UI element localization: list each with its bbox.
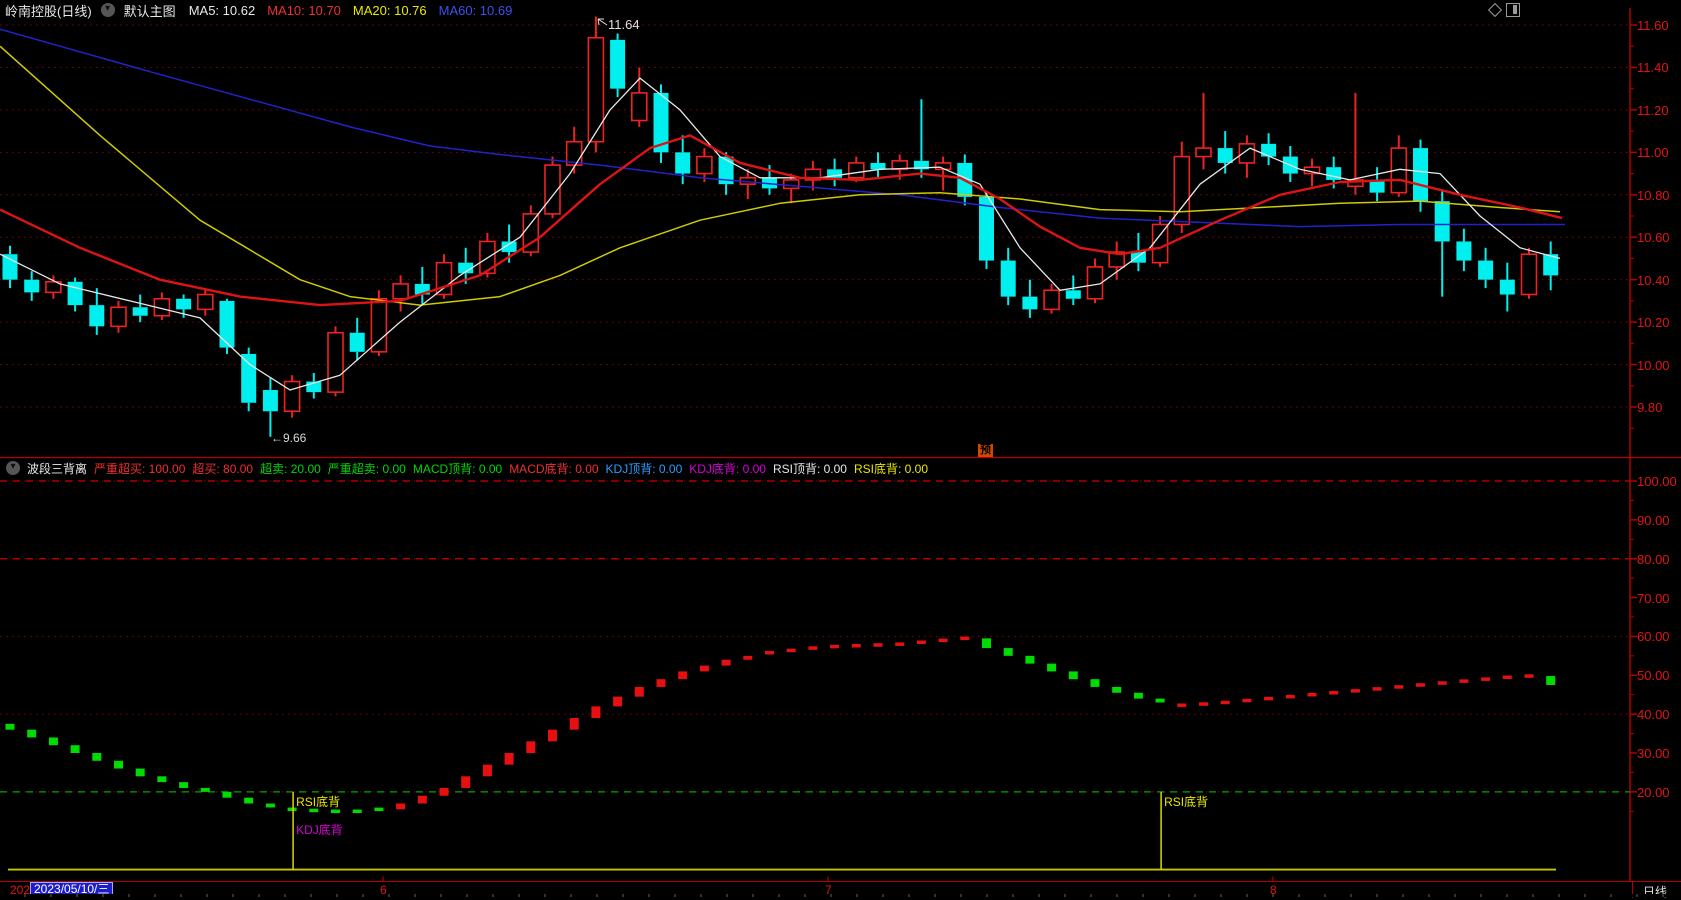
price-tick-label: 9.80 xyxy=(1637,399,1663,415)
split-view-icon[interactable] xyxy=(1506,3,1520,17)
price-tick-label: 11.00 xyxy=(1637,145,1669,161)
indicator-param-label: 严重超买: 100.00 xyxy=(94,461,186,476)
indicator-param-label: 严重超卖: 0.00 xyxy=(327,461,406,476)
indicator-param-label: KDJ顶背: 0.00 xyxy=(605,461,683,476)
titlebar: 岭南控股(日线) ▾ 默认主图 MA5: 10.62 MA10: 10.70 MA2… xyxy=(0,0,1681,20)
indicator-tick-label: 20.00 xyxy=(1637,784,1670,800)
price-tick-label: 11.20 xyxy=(1637,102,1669,118)
indicator-param-label: MACD底背: 0.00 xyxy=(509,461,599,476)
ma-legend: MA5: 10.62 MA10: 10.70 MA20: 10.76 MA60: 10… xyxy=(189,3,513,18)
indicator-param-label: RSI顶背: 0.00 xyxy=(772,461,847,476)
price-tick-label: 10.40 xyxy=(1637,272,1670,288)
alert-badge[interactable]: 预 xyxy=(978,444,993,457)
diamond-icon[interactable] xyxy=(1487,2,1503,18)
indicator-tick-label: 90.00 xyxy=(1637,512,1670,528)
indicator-title[interactable]: 波段三背离 xyxy=(27,460,87,477)
indicator-tick-label: 80.00 xyxy=(1637,551,1670,567)
indicator-param-label: 超卖: 20.00 xyxy=(260,461,321,476)
indicator-tick-label: 50.00 xyxy=(1637,668,1670,684)
price-tick-label: 11.40 xyxy=(1637,60,1669,76)
chevron-down-circle-icon[interactable]: ▾ xyxy=(100,3,115,17)
ma-value-label: MA60: 10.69 xyxy=(438,2,513,18)
indicator-bars xyxy=(5,636,1556,814)
chart-canvas xyxy=(0,8,1681,894)
arrow-left-icon: ← xyxy=(271,431,283,445)
chevron-down-circle-icon[interactable]: ▾ xyxy=(6,461,20,475)
price-tick-label: 10.80 xyxy=(1637,187,1670,203)
indicator-param-label: MACD顶背: 0.00 xyxy=(412,461,503,476)
divergence-annotation: RSI底背 xyxy=(1164,795,1209,809)
indicator-param-label: KDJ底背: 0.00 xyxy=(689,461,766,476)
ma-value-label: MA10: 10.70 xyxy=(267,2,341,18)
low-annotation: ←9.66 xyxy=(271,431,307,445)
indicator-header: ▾ 波段三背离 严重超买: 100.00 超买: 80.00 超卖: 20.00 严重… xyxy=(0,458,1681,478)
ma60-line xyxy=(0,28,1565,228)
price-tick-label: 10.00 xyxy=(1637,357,1670,373)
indicator-params: 严重超买: 100.00 超买: 80.00 超卖: 20.00 严重超卖: 0.00… xyxy=(94,460,928,477)
status-bar: 202 2023/05/10/三 678 日线 xyxy=(0,881,1681,900)
titlebar-icons xyxy=(1487,2,1520,18)
price-tick-label: 10.60 xyxy=(1637,230,1670,246)
indicator-param-label: RSI底背: 0.00 xyxy=(853,461,929,476)
divergence-annotation: KDJ底背 xyxy=(296,823,343,837)
divergence-annotation: RSI底背 xyxy=(296,795,341,809)
period-label[interactable]: 日线 xyxy=(1643,883,1667,900)
price-tick-label: 10.20 xyxy=(1637,315,1670,331)
ma-value-label: MA5: 10.62 xyxy=(188,2,256,18)
ma-value-label: MA20: 10.76 xyxy=(352,2,427,18)
preset-label[interactable]: 默认主图 xyxy=(124,1,176,20)
indicator-tick-label: 40.00 xyxy=(1637,707,1670,723)
price-tick-label: 11.60 xyxy=(1637,18,1669,33)
ma20-line xyxy=(0,45,1561,306)
indicator-tick-label: 60.00 xyxy=(1637,629,1670,645)
indicator-param-label: 超买: 80.00 xyxy=(192,461,254,476)
indicator-tick-label: 30.00 xyxy=(1637,745,1670,761)
symbol-title: 岭南控股(日线) xyxy=(5,3,92,19)
trading-app-window: 岭南控股(日线) ▾ 默认主图 MA5: 10.62 MA10: 10.70 MA2… xyxy=(0,0,1681,900)
indicator-tick-label: 70.00 xyxy=(1637,590,1670,606)
